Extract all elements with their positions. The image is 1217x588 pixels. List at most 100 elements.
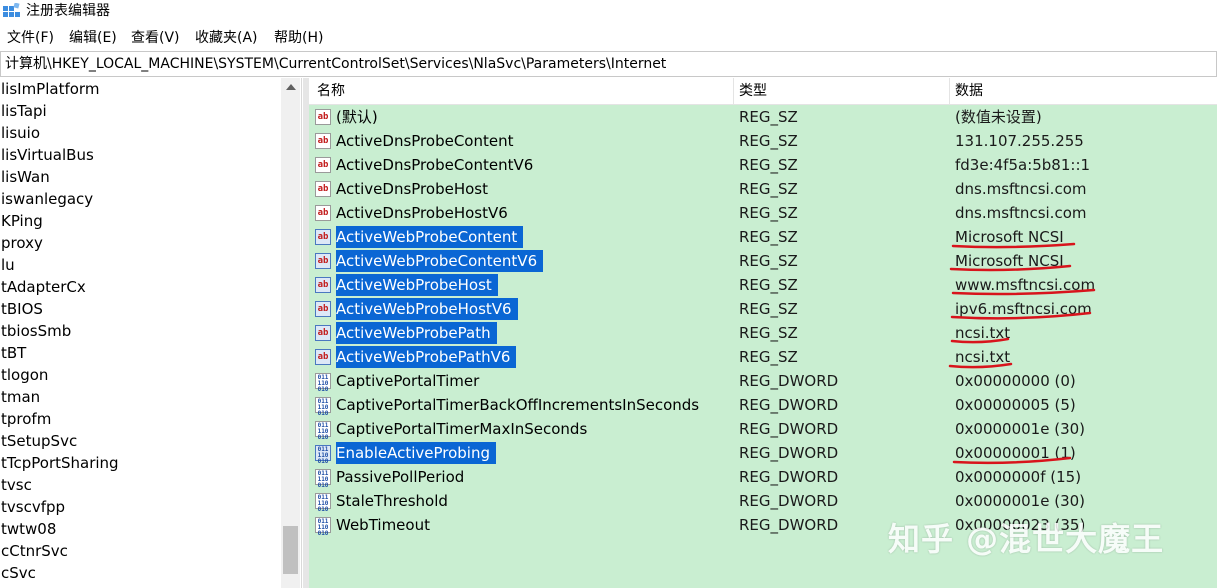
value-name[interactable]: ActiveWebProbeHost: [336, 274, 498, 296]
tree-item[interactable]: tvsc: [1, 474, 32, 496]
tree-item[interactable]: cSvc: [1, 562, 36, 584]
value-name[interactable]: StaleThreshold: [336, 490, 454, 512]
value-row[interactable]: ab ActiveWebProbeContent REG_SZ Microsoft N…: [309, 225, 1217, 249]
scroll-thumb[interactable]: [283, 526, 298, 574]
value-type: REG_SZ: [739, 132, 798, 150]
menu-bar: 文件(F) 编辑(E) 查看(V) 收藏夹(A) 帮助(H): [0, 26, 1217, 50]
tree-item[interactable]: cCtnrSvc: [1, 540, 68, 562]
value-type: REG_DWORD: [739, 420, 839, 438]
tree-item[interactable]: lisTapi: [1, 100, 47, 122]
value-row[interactable]: ab ActiveDnsProbeContentV6 REG_SZ fd3e:4f5a…: [309, 153, 1217, 177]
address-path[interactable]: 计算机\HKEY_LOCAL_MACHINE\SYSTEM\CurrentCon…: [5, 55, 666, 73]
string-value-icon: ab: [315, 181, 331, 197]
value-name[interactable]: ActiveWebProbeContentV6: [336, 250, 544, 272]
tree-item[interactable]: tman: [1, 386, 40, 408]
value-row[interactable]: ab ActiveDnsProbeHost REG_SZ dns.msftncsi.c…: [309, 177, 1217, 201]
tree-item[interactable]: proxy: [1, 232, 43, 254]
scroll-up-arrow-icon[interactable]: [286, 84, 296, 90]
string-value-icon: ab: [315, 349, 331, 365]
dword-value-icon: 011 110 010: [315, 469, 331, 489]
column-header-data[interactable]: 数据: [955, 82, 983, 100]
value-type: REG_SZ: [739, 252, 798, 270]
tree-item[interactable]: tBT: [1, 342, 26, 364]
value-row[interactable]: 011 110 010 EnableActiveProbing REG_DWORD 0x0…: [309, 441, 1217, 465]
value-name[interactable]: WebTimeout: [336, 514, 436, 536]
dword-value-icon: 011 110 010: [315, 493, 331, 513]
value-type: REG_DWORD: [739, 516, 839, 534]
tree-item[interactable]: tSetupSvc: [1, 430, 77, 452]
column-header-row: 名称 类型 数据: [309, 78, 1217, 105]
value-name[interactable]: ActiveDnsProbeContent: [336, 130, 519, 152]
value-type: REG_SZ: [739, 324, 798, 342]
value-row[interactable]: ab ActiveWebProbeHost REG_SZ www.msftncsi.c…: [309, 273, 1217, 297]
value-row[interactable]: ab ActiveDnsProbeContent REG_SZ 131.107.255…: [309, 129, 1217, 153]
value-name[interactable]: ActiveWebProbeContent: [336, 226, 524, 248]
value-name[interactable]: CaptivePortalTimerMaxInSeconds: [336, 418, 593, 440]
value-row[interactable]: 011 110 010 StaleThreshold REG_DWORD 0x000000…: [309, 489, 1217, 513]
value-data: ncsi.txt: [955, 348, 1011, 366]
value-row[interactable]: 011 110 010 PassivePollPeriod REG_DWORD 0x000…: [309, 465, 1217, 489]
tree-item[interactable]: lisWan: [1, 166, 50, 188]
tree-item[interactable]: tBIOS: [1, 298, 43, 320]
menu-help[interactable]: 帮助(H): [274, 29, 323, 47]
tree-item[interactable]: twtw08: [1, 518, 56, 540]
address-bar[interactable]: 计算机\HKEY_LOCAL_MACHINE\SYSTEM\CurrentCon…: [0, 51, 1217, 77]
tree-item[interactable]: lisVirtualBus: [1, 144, 94, 166]
string-value-icon: ab: [315, 301, 331, 317]
value-type: REG_DWORD: [739, 468, 839, 486]
value-name[interactable]: ActiveDnsProbeHost: [336, 178, 494, 200]
value-name[interactable]: PassivePollPeriod: [336, 466, 470, 488]
menu-view[interactable]: 查看(V): [131, 29, 180, 47]
string-value-icon: ab: [315, 205, 331, 221]
string-value-icon: ab: [315, 133, 331, 149]
column-header-name[interactable]: 名称: [317, 82, 345, 100]
value-type: REG_DWORD: [739, 492, 839, 510]
value-name[interactable]: ActiveDnsProbeContentV6: [336, 154, 539, 176]
tree-item[interactable]: iswanlegacy: [1, 188, 93, 210]
key-tree: lisImPlatform lisTapi lisuio lisVirtualBus l…: [0, 78, 302, 588]
tree-item[interactable]: lu: [1, 254, 15, 276]
value-type: REG_SZ: [739, 204, 798, 222]
value-name[interactable]: EnableActiveProbing: [336, 442, 497, 464]
value-data: 0x0000001e (30): [955, 492, 1086, 510]
value-name[interactable]: ActiveWebProbePathV6: [336, 346, 517, 368]
value-data: 0x00000001 (1): [955, 444, 1076, 462]
menu-file[interactable]: 文件(F): [7, 29, 54, 47]
values-list: 名称 类型 数据 ab (默认) REG_SZ (数值未设置) ab ActiveDnsP…: [309, 78, 1217, 588]
tree-item[interactable]: lisImPlatform: [1, 78, 99, 100]
column-header-type[interactable]: 类型: [739, 82, 767, 100]
menu-edit[interactable]: 编辑(E): [69, 29, 117, 47]
value-row[interactable]: ab ActiveWebProbePath REG_SZ ncsi.txt: [309, 321, 1217, 345]
tree-scrollbar[interactable]: [281, 78, 300, 588]
value-row[interactable]: ab ActiveWebProbeContentV6 REG_SZ Microsoft…: [309, 249, 1217, 273]
column-divider[interactable]: [733, 78, 734, 104]
value-type: REG_SZ: [739, 156, 798, 174]
value-data: www.msftncsi.com: [955, 276, 1096, 294]
value-row[interactable]: ab ActiveWebProbeHostV6 REG_SZ ipv6.msftncs…: [309, 297, 1217, 321]
column-divider[interactable]: [949, 78, 950, 104]
value-name[interactable]: ActiveWebProbePath: [336, 322, 497, 344]
tree-item[interactable]: tlogon: [1, 364, 48, 386]
tree-item[interactable]: tTcpPortSharing: [1, 452, 119, 474]
value-name[interactable]: (默认): [336, 106, 384, 128]
value-row[interactable]: ab ActiveDnsProbeHostV6 REG_SZ dns.msftncsi…: [309, 201, 1217, 225]
value-row[interactable]: ab ActiveWebProbePathV6 REG_SZ ncsi.txt: [309, 345, 1217, 369]
value-row[interactable]: 011 110 010 CaptivePortalTimer REG_DWORD 0x00…: [309, 369, 1217, 393]
value-name[interactable]: ActiveDnsProbeHostV6: [336, 202, 514, 224]
tree-item[interactable]: lisuio: [1, 122, 40, 144]
tree-item[interactable]: tprofm: [1, 408, 51, 430]
value-name[interactable]: CaptivePortalTimer: [336, 370, 485, 392]
window-title: 注册表编辑器: [26, 3, 110, 19]
tree-item[interactable]: tbiosSmb: [1, 320, 71, 342]
menu-favorites[interactable]: 收藏夹(A): [195, 29, 258, 47]
value-row[interactable]: ab (默认) REG_SZ (数值未设置): [309, 105, 1217, 129]
tree-item[interactable]: KPing: [1, 210, 43, 232]
value-row[interactable]: 011 110 010 CaptivePortalTimerMaxInSeconds R…: [309, 417, 1217, 441]
tree-item[interactable]: tAdapterCx: [1, 276, 86, 298]
value-name[interactable]: CaptivePortalTimerBackOffIncrementsInSec…: [336, 394, 705, 416]
tree-item[interactable]: tvscvfpp: [1, 496, 65, 518]
value-row[interactable]: 011 110 010 CaptivePortalTimerBackOffIncrem…: [309, 393, 1217, 417]
value-name[interactable]: ActiveWebProbeHostV6: [336, 298, 518, 320]
value-data: 0x00000000 (0): [955, 372, 1076, 390]
value-data: dns.msftncsi.com: [955, 204, 1087, 222]
